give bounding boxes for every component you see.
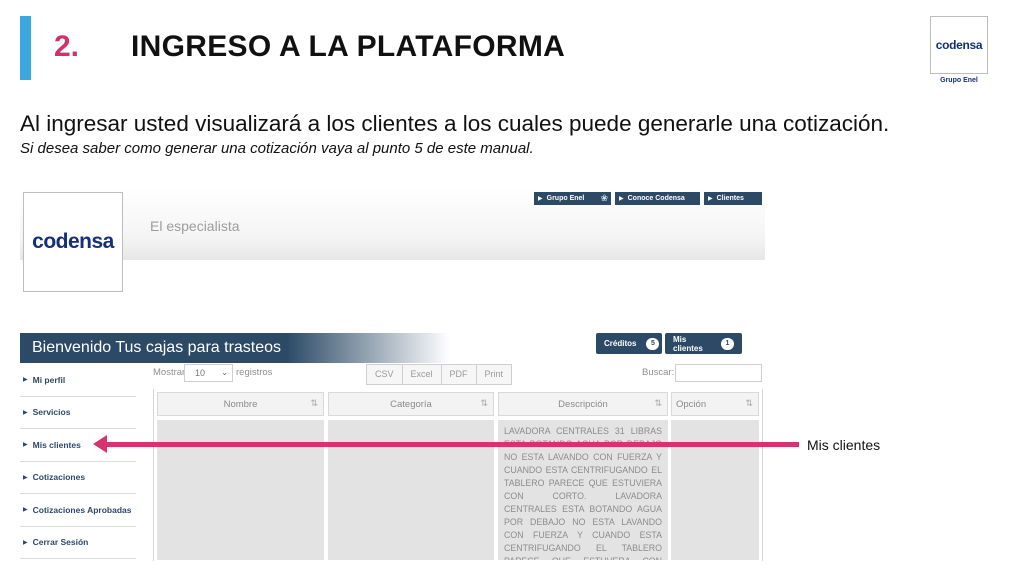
chevron-down-icon: ⌄ [221,368,228,377]
annotation-arrow-head [93,435,107,453]
play-icon: ▶ [708,196,713,202]
play-icon: ▶ [23,409,28,416]
mis-clientes-count-badge: 1 [721,337,734,350]
table-cell-descripcion: Lavadora centrales 31 libras esta botand… [498,420,668,560]
column-label: Categoría [390,398,432,410]
table-border-right [762,389,763,561]
site-tagline: El especialista [150,218,240,234]
table-cell-nombre [157,420,324,560]
intro-note: Si desea saber como generar una cotizaci… [20,140,534,157]
search-label: Buscar: [642,367,675,378]
slide-title: INGRESO A LA PLATAFORMA [131,30,566,63]
sidebar-item-cotizaciones-aprobadas[interactable]: ▶ Cotizaciones Aprobadas [20,494,136,527]
accent-bar [20,16,31,80]
page-size-select[interactable]: 10 ⌄ [184,364,233,382]
mis-clientes-button[interactable]: Mis clientes 1 [665,333,742,354]
corner-logo: codensa [930,16,988,74]
sidebar-item-label: Mi perfil [32,374,66,385]
welcome-bar: Bienvenido Tus cajas para trasteos [20,333,450,363]
sidebar: ▶ Mi perfil ▶ Servicios ▶ Mis clientes ▶… [20,364,136,559]
annotation-label: Mis clientes [807,437,881,453]
intro-text: Al ingresar usted visualizará a los clie… [20,111,890,136]
play-icon: ▶ [619,196,624,202]
play-icon: ▶ [23,507,28,514]
sidebar-item-label: Cotizaciones [32,472,86,483]
excel-button[interactable]: Excel [403,365,442,384]
records-label: registros [236,367,273,378]
column-label: Nombre [223,398,258,410]
nav-label: Conoce Codensa [627,195,685,202]
mis-clientes-label: Mis clientes [673,334,703,353]
column-header-opcion[interactable]: Opción ⇅ [671,392,759,416]
pdf-button[interactable]: PDF [442,365,477,384]
column-label: Descripción [558,398,608,410]
nav-conoce-codensa[interactable]: ▶ Conoce Codensa [615,192,700,205]
nav-clientes[interactable]: ▶ Clientes [704,192,762,205]
world-map-icon: ❀ [600,193,608,203]
welcome-text: Bienvenido Tus cajas para trasteos [32,339,282,356]
sidebar-item-servicios[interactable]: ▶ Servicios [20,397,136,429]
site-logo-text: codensa [32,230,114,253]
creditos-count-badge: 5 [646,337,660,350]
sidebar-item-label: Servicios [32,407,71,418]
table-border-left [153,389,154,561]
table-cell-opcion [671,420,759,560]
sidebar-item-cotizaciones[interactable]: ▶ Cotizaciones [20,462,136,494]
play-icon: ▶ [23,539,28,546]
sort-icon: ⇅ [480,398,488,408]
csv-button[interactable]: CSV [367,365,403,384]
nav-label: Clientes [716,195,744,202]
annotation-arrow-line [102,442,799,447]
sort-icon: ⇅ [654,398,662,408]
column-header-nombre[interactable]: Nombre ⇅ [157,392,324,416]
sidebar-item-mi-perfil[interactable]: ▶ Mi perfil [20,364,136,397]
export-buttons: CSV Excel PDF Print [366,364,513,385]
slide-number: 2. [54,30,80,63]
creditos-label: Créditos [604,339,637,348]
site-logo[interactable]: codensa [23,192,123,292]
sort-icon: ⇅ [310,398,318,408]
sidebar-item-label: Cerrar Sesión [32,537,89,548]
sort-icon: ⇅ [745,398,753,408]
corner-logo-subtitle: Grupo Enel [940,77,978,84]
play-icon: ▶ [23,377,28,384]
show-label: Mostrar [153,367,186,378]
creditos-button[interactable]: Créditos 5 [596,333,662,354]
play-icon: ▶ [23,474,28,481]
column-label: Opción [676,398,707,410]
play-icon: ▶ [538,196,543,202]
search-input[interactable] [675,364,762,382]
sidebar-item-cerrar-sesion[interactable]: ▶ Cerrar Sesión [20,527,136,559]
column-header-categoria[interactable]: Categoría ⇅ [328,392,494,416]
nav-grupo-enel[interactable]: ▶ Grupo Enel ❀ [534,192,611,205]
corner-logo-brand: codensa [935,38,983,52]
print-button[interactable]: Print [477,365,512,384]
nav-label: Grupo Enel [546,195,585,202]
page-size-value: 10 [195,368,206,378]
sidebar-item-label: Mis clientes [32,439,81,450]
sidebar-item-label: Cotizaciones Aprobadas [32,504,132,515]
table-cell-categoria [328,420,494,560]
column-header-descripcion[interactable]: Descripción ⇅ [498,392,668,416]
play-icon: ▶ [23,442,28,449]
